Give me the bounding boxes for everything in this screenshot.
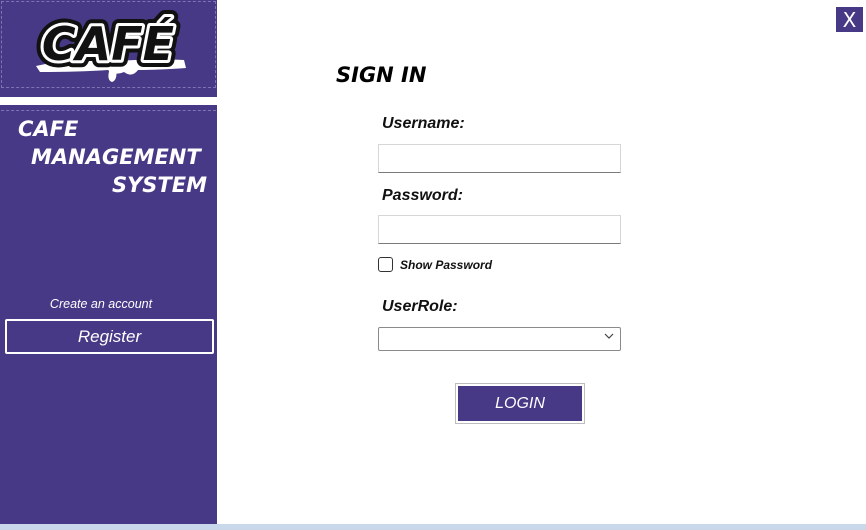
chevron-down-icon [604, 333, 614, 339]
userrole-label: UserRole: [382, 298, 458, 315]
login-button-label: LOGIN [458, 386, 582, 421]
cafe-logo: CAFÉ CAFÉ CAFÉ [35, 10, 186, 82]
show-password-label[interactable]: Show Password [400, 258, 492, 272]
create-account-label: Create an account [49, 297, 153, 311]
password-input[interactable] [378, 215, 621, 244]
svg-text:CAFÉ: CAFÉ [42, 17, 174, 71]
show-password-checkbox[interactable] [378, 257, 393, 272]
app-title: CAFE MANAGEMENT SYSTEM [16, 115, 211, 199]
close-button[interactable]: X [836, 7, 863, 32]
username-label: Username: [382, 115, 465, 132]
sidebar-divider [0, 97, 217, 105]
app-title-line-1: CAFE [18, 117, 79, 141]
password-label: Password: [382, 187, 463, 204]
login-button[interactable]: LOGIN [455, 383, 585, 424]
sidebar: CAFÉ CAFÉ CAFÉ CAFE MANAGEMENT SYSTEM Cr… [0, 0, 217, 524]
app-title-line-2: MANAGEMENT [31, 145, 201, 169]
window-bottom-strip [0, 524, 866, 530]
userrole-select[interactable] [378, 327, 621, 351]
app-title-line-3: SYSTEM [111, 173, 207, 197]
register-button[interactable]: Register [5, 319, 214, 354]
username-input[interactable] [378, 144, 621, 173]
page-title: SIGN IN [336, 63, 427, 87]
